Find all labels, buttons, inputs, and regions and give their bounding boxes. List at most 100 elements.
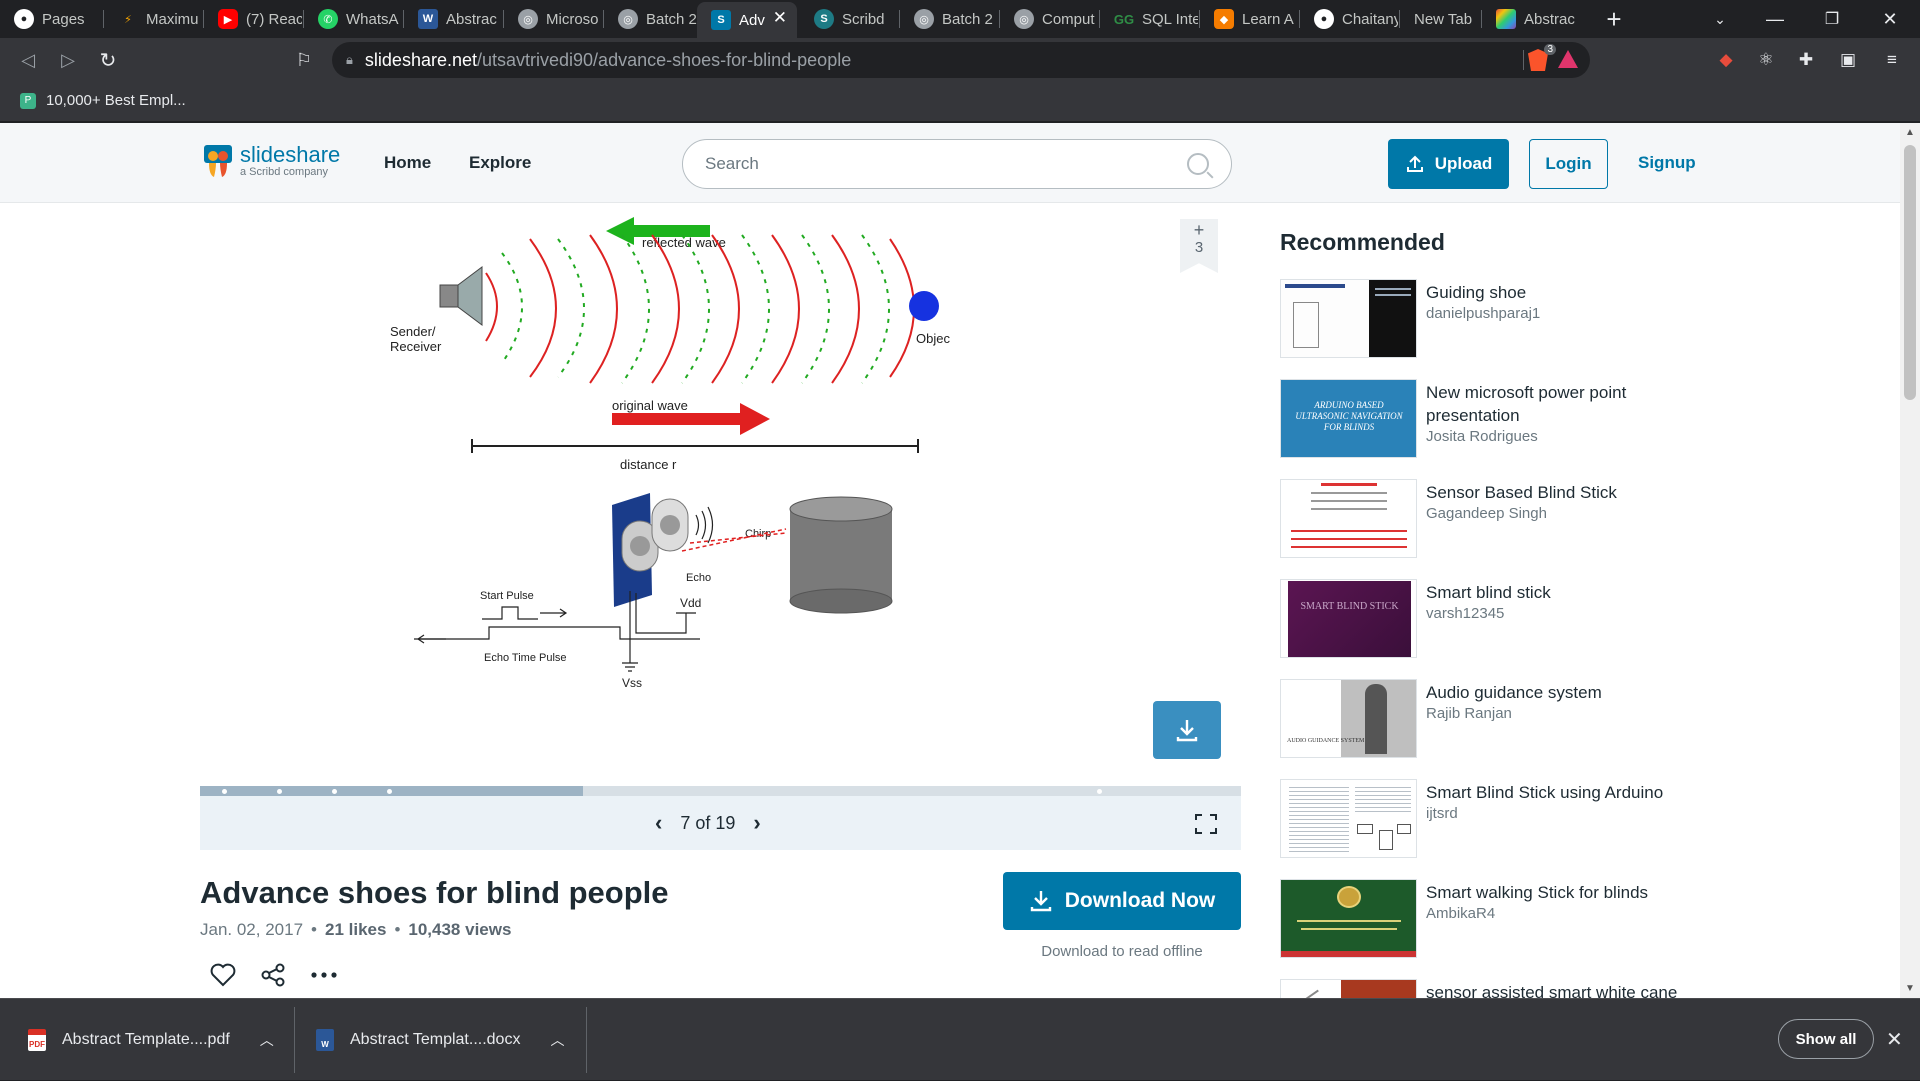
close-shelf-icon[interactable]: ✕	[1886, 1027, 1903, 1052]
bookmark-page-icon[interactable]: ⚐	[290, 46, 318, 74]
recommended-item[interactable]: AUDIO GUIDANCE SYSTEM Audio guidance sys…	[1280, 679, 1700, 759]
youtube-icon: ▶	[218, 9, 238, 29]
scrollbar-thumb[interactable]	[1904, 145, 1916, 400]
fullscreen-icon[interactable]	[1195, 814, 1217, 834]
maximum-icon: ⚡	[124, 13, 132, 26]
colorful-extension-icon[interactable]: ◆	[1714, 48, 1738, 72]
globe-icon: ◎	[1014, 9, 1034, 29]
minimize-button[interactable]: —	[1755, 6, 1795, 32]
tab-abstract-word[interactable]: W Abstrac	[404, 4, 502, 34]
tab-youtube[interactable]: ▶ (7) Reac	[204, 4, 302, 34]
plus-icon: +	[1193, 220, 1205, 240]
bookmarks-bar: P 10,000+ Best Empl...	[0, 82, 1920, 122]
recommended-item[interactable]: Smart Blind Stick using Arduino ijtsrd	[1280, 779, 1700, 859]
original-wave-label: original wave	[612, 398, 688, 413]
scroll-down-icon[interactable]: ▼	[1905, 983, 1915, 994]
wallet-icon[interactable]: ▣	[1836, 48, 1860, 72]
bookmark-item[interactable]: P 10,000+ Best Empl...	[20, 92, 186, 109]
previous-slide-button[interactable]: ‹	[655, 810, 662, 836]
restore-button[interactable]: ❐	[1812, 6, 1852, 32]
tab-chaitany[interactable]: ● Chaitany	[1300, 4, 1398, 34]
recommended-item[interactable]: Smart walking Stick for blinds AmbikaR4	[1280, 879, 1700, 959]
slide-pager: ‹ 7 of 19 ›	[200, 796, 1241, 850]
tab-microsoft[interactable]: ◎ Microso	[504, 4, 602, 34]
tab-pages[interactable]: ● Pages	[0, 4, 102, 34]
canva-icon	[1496, 9, 1516, 29]
tab-batch-1[interactable]: ◎ Batch 2	[604, 4, 702, 34]
forward-button[interactable]: ▷	[54, 46, 82, 74]
slideshare-icon: S	[711, 10, 731, 30]
echo-label: Echo	[686, 572, 711, 584]
recommended-item[interactable]: sensor assisted smart white cane	[1280, 979, 1700, 998]
scribd-icon: S	[814, 9, 834, 29]
gfg-icon: GG	[1113, 11, 1135, 27]
tab-maximum[interactable]: ⚡ Maximu	[104, 4, 202, 34]
tab-sql[interactable]: GG SQL Inte	[1100, 4, 1198, 34]
tab-whatsapp[interactable]: ✆ WhatsA	[304, 4, 402, 34]
url-bar[interactable]: 🔒︎ slideshare.net/utsavtrivedi90/advance…	[332, 42, 1590, 78]
tab-learn[interactable]: ◆ Learn A	[1200, 4, 1298, 34]
learn-icon: ◆	[1214, 9, 1234, 29]
page-scrollbar[interactable]: ▲ ▼	[1900, 123, 1920, 998]
tab-strip: ● Pages ⚡ Maximu ▶ (7) Reac ✆ WhatsA W A…	[0, 0, 1920, 38]
search-input[interactable]: Search	[682, 139, 1232, 189]
document-meta: Jan. 02, 2017 • 21 likes • 10,438 views	[200, 920, 512, 939]
download-now-button[interactable]: Download Now	[1003, 872, 1241, 930]
tab-batch-2[interactable]: ◎ Batch 2	[900, 4, 998, 34]
next-slide-button[interactable]: ›	[753, 810, 760, 836]
share-icon[interactable]	[260, 963, 286, 987]
recommended-item[interactable]: SMART BLIND STICK Smart blind stick vars…	[1280, 579, 1700, 659]
recommended-item[interactable]: ARDUINO BASED ULTRASONIC NAVIGATION FOR …	[1280, 379, 1700, 459]
slide-progress-bar[interactable]	[200, 786, 1241, 796]
search-icon[interactable]	[1187, 153, 1209, 175]
tab-computer[interactable]: ◎ Comput	[1000, 4, 1098, 34]
signup-link[interactable]: Signup	[1638, 153, 1696, 173]
nav-explore[interactable]: Explore	[469, 153, 531, 173]
scroll-up-icon[interactable]: ▲	[1905, 127, 1915, 138]
like-heart-icon[interactable]	[210, 963, 236, 987]
chevron-up-icon[interactable]: ︿	[550, 1030, 564, 1050]
object-label: Object	[916, 331, 950, 346]
back-button[interactable]: ◁	[14, 46, 42, 74]
login-button[interactable]: Login	[1529, 139, 1608, 189]
tab-search-chevron-icon[interactable]: ⌄	[1700, 6, 1740, 32]
slideshare-logo-icon	[202, 143, 234, 179]
download-shelf: PDF Abstract Template....pdf ︿ W Abstrac…	[0, 998, 1920, 1080]
distance-label: distance r	[620, 457, 677, 472]
extensions-puzzle-icon[interactable]: ✚	[1794, 48, 1818, 72]
new-tab-button[interactable]: +	[1594, 4, 1634, 34]
recommended-item[interactable]: Sensor Based Blind Stick Gagandeep Singh	[1280, 479, 1700, 559]
reload-button[interactable]: ↻	[94, 46, 122, 74]
download-item-pdf[interactable]: PDF Abstract Template....pdf ︿	[28, 999, 274, 1081]
close-window-button[interactable]: ✕	[1870, 6, 1910, 32]
vdd-label: Vdd	[680, 596, 701, 610]
word-file-icon: W	[316, 1029, 334, 1051]
tab-slideshare-active[interactable]: S Adv ✕	[697, 2, 797, 38]
receiver-label: Receiver	[390, 339, 442, 354]
nav-home[interactable]: Home	[384, 153, 431, 173]
slideshare-logo[interactable]: slideshare a Scribd company	[202, 143, 340, 179]
show-all-downloads-button[interactable]: Show all	[1778, 1019, 1874, 1059]
upload-button[interactable]: Upload	[1388, 139, 1509, 189]
webpage: slideshare a Scribd company Home Explore…	[0, 123, 1900, 998]
bookmark-favicon-icon: P	[20, 92, 36, 109]
download-item-docx[interactable]: W Abstract Templat....docx ︿	[316, 999, 564, 1081]
slide-bookmark-button[interactable]: + 3	[1180, 219, 1218, 273]
upload-icon	[1406, 155, 1423, 172]
github-icon: ●	[14, 9, 34, 29]
more-options-icon[interactable]	[310, 963, 338, 987]
wave-arcs	[485, 234, 915, 384]
pdf-file-icon: PDF	[28, 1029, 46, 1051]
menu-icon[interactable]: ≡	[1880, 48, 1904, 72]
lock-icon: 🔒︎	[346, 52, 353, 67]
react-devtools-icon[interactable]: ⚛	[1754, 48, 1778, 72]
brave-rewards-icon[interactable]	[1558, 50, 1578, 68]
recommended-item[interactable]: Guiding shoe danielpushparaj1	[1280, 279, 1700, 359]
slide-download-button[interactable]	[1153, 701, 1221, 759]
tab-abstract-canva[interactable]: Abstrac	[1482, 4, 1580, 34]
chirp-label: Chirp	[745, 528, 771, 540]
slide-viewer: reflected wave Sender/ Receiver Object o…	[200, 203, 1241, 850]
tab-scribd[interactable]: S Scribd	[800, 4, 898, 34]
chevron-up-icon[interactable]: ︿	[260, 1030, 274, 1050]
close-tab-icon[interactable]: ✕	[773, 8, 787, 28]
